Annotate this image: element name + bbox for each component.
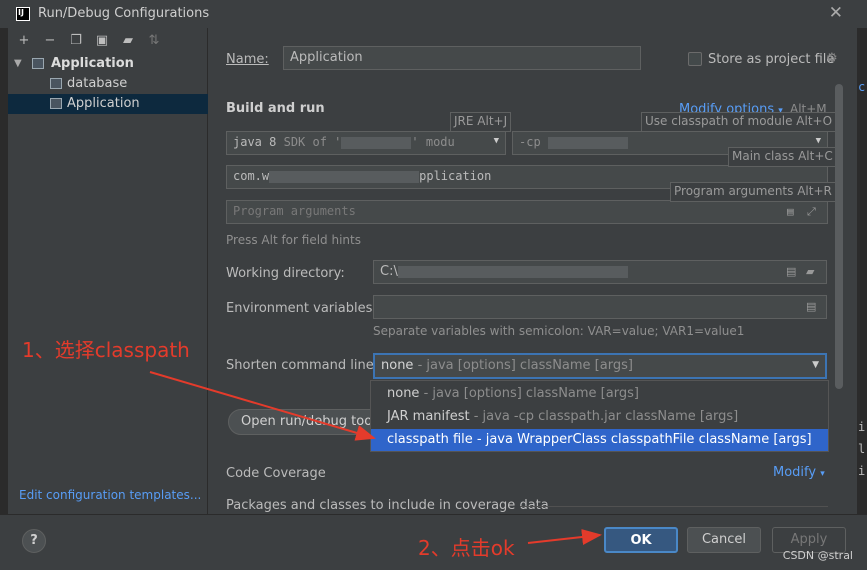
tree-item-application[interactable]: Application [8,94,208,114]
jre-sdk-end: ' modu [411,135,455,149]
tree-item-label: database [67,76,128,91]
field-hint: Press Alt for field hints [226,233,361,247]
option-none[interactable]: none - java [options] className [args] [371,383,828,405]
option-classpath-file[interactable]: classpath file - java WrapperClass class… [371,429,828,451]
tree-item-label: Application [67,96,140,111]
application-icon [50,78,62,89]
add-icon[interactable]: + [16,33,32,49]
option-jar-manifest[interactable]: JAR manifest - java -cp classpath.jar cl… [371,406,828,428]
intellij-logo-icon: IJ [16,7,30,21]
redacted-block [397,265,628,278]
save-icon[interactable]: ▣ [94,33,110,49]
option-name: none [387,386,420,401]
watermark: CSDN @stral [782,549,853,562]
chevron-down-icon: ▼ [493,136,499,146]
name-input[interactable]: Application [283,46,641,70]
env-input[interactable]: ▤ [373,295,827,319]
window-title: Run/Debug Configurations [38,6,210,21]
tree-item-label: Application [51,56,134,71]
program-args-tooltip: Program arguments Alt+R [670,182,836,202]
jre-combo[interactable]: java 8 SDK of ' ' modu ▼ [226,131,506,155]
config-form: Name: Application Store as project file … [210,28,860,514]
divider [520,506,828,507]
background-char: i [858,464,866,478]
gear-icon[interactable]: ⚙ [826,51,838,66]
code-coverage-label: Code Coverage [226,466,326,481]
name-label: Name: [226,52,269,67]
main-class-tooltip: Main class Alt+C [728,147,837,167]
annotation-step1: 1、选择classpath [22,338,190,362]
help-button[interactable]: ? [22,529,46,553]
build-run-title: Build and run [226,101,325,116]
tree-item-database[interactable]: database [8,74,208,94]
expand-icon[interactable]: ⤢ [807,205,821,219]
program-arguments-placeholder: Program arguments [233,204,356,218]
editor-background [0,28,8,514]
remove-icon[interactable]: − [42,33,58,49]
name-label-text: Name: [226,52,269,67]
shorten-selected: none [381,358,414,373]
program-arguments-input[interactable]: Program arguments ▤ ⤢ [226,200,828,224]
option-desc: - java [options] className [args] [419,386,639,401]
shorten-options-list: none - java [options] className [args] J… [370,380,829,452]
scrollbar[interactable] [835,84,843,389]
ok-button[interactable]: OK [604,527,678,553]
chevron-down-icon[interactable]: ▼ [14,54,22,74]
main-class-prefix: com.w [233,169,270,183]
module-prefix: -cp [519,135,541,149]
edit-templates-link[interactable]: Edit configuration templates... [19,488,201,502]
jre-value: java 8 [233,135,277,149]
document-icon[interactable]: ▤ [786,265,800,279]
working-dir-input[interactable]: C:\ ▤ ▰ [373,260,827,284]
document-icon[interactable]: ▤ [806,300,820,314]
classpath-tooltip: Use classpath of module Alt+O [641,112,837,132]
working-dir-label: Working directory: [226,266,345,281]
option-name: JAR manifest [387,409,470,424]
open-tool-window-button[interactable]: Open run/debug tool window [228,409,388,435]
shorten-command-combo[interactable]: none - java [options] className [args] ▼ [373,353,827,379]
redacted-block [547,136,628,149]
store-project-checkbox[interactable] [688,52,702,66]
env-hint: Separate variables with semicolon: VAR=v… [373,324,745,338]
packages-label: Packages and classes to include in cover… [226,498,549,513]
chevron-down-icon: ▾ [820,469,825,479]
option-desc: - java -cp classpath.jar className [args… [469,409,739,424]
modify-link[interactable]: Modify ▾ [773,465,825,480]
background-char: c [858,80,866,94]
shorten-selected-desc: - java [options] className [args] [413,358,633,373]
application-icon [50,98,62,109]
jre-sdk-text: SDK of ' [283,135,342,149]
sidebar-toolbar: + − ❐ ▣ ▰ ⇅ [16,32,162,50]
env-label: Environment variables: [226,301,377,316]
copy-icon[interactable]: ❐ [68,33,84,49]
sort-icon[interactable]: ⇅ [146,33,162,49]
working-dir-value: C:\ [380,264,398,279]
close-icon[interactable]: ✕ [829,3,843,23]
application-icon [32,58,44,69]
jre-tooltip: JRE Alt+J [450,112,512,132]
main-class-suffix: pplication [419,169,492,183]
background-char: l [858,442,866,456]
chevron-down-icon: ▼ [815,136,821,146]
document-icon[interactable]: ▤ [787,205,801,219]
redacted-block [341,136,412,149]
folder-icon[interactable]: ▰ [120,33,136,49]
option-desc: - java WrapperClass classpathFile classN… [472,432,812,447]
sidebar: + − ❐ ▣ ▰ ⇅ ▼ Application database Appli… [8,28,208,514]
folder-icon[interactable]: ▰ [806,265,820,279]
title-bar: IJ Run/Debug Configurations ✕ [0,0,867,28]
annotation-step2: 2、点击ok [418,536,515,560]
store-project-label: Store as project file [708,52,835,67]
chevron-down-icon: ▼ [812,360,819,370]
config-tree: ▼ Application database Application [8,54,208,114]
background-char: i [858,420,866,434]
tree-item-application-group[interactable]: ▼ Application [8,54,208,74]
cancel-button[interactable]: Cancel [687,527,761,553]
shorten-label: Shorten command line: [226,358,379,373]
redacted-block [269,170,420,183]
modify-text: Modify [773,465,817,480]
option-name: classpath file [387,432,473,447]
